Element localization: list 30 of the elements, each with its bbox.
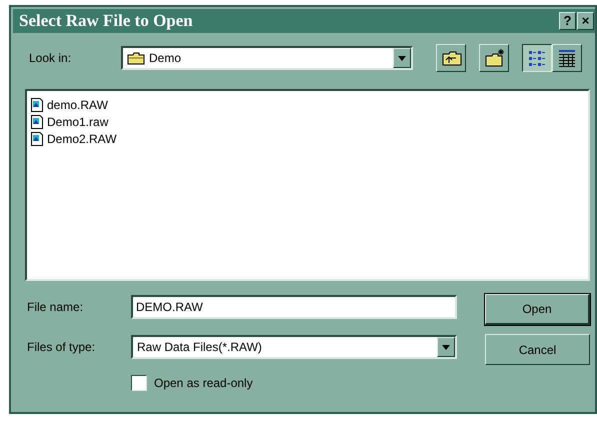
list-view-icon [526, 48, 548, 68]
file-name-label: File name: [27, 300, 84, 314]
file-name-field[interactable]: DEMO.RAW [131, 295, 457, 319]
open-button[interactable]: Open [485, 294, 590, 325]
dropdown-value: Raw Data Files(*.RAW) [137, 340, 262, 354]
file-item[interactable]: demo.RAW [30, 96, 110, 113]
file-icon [30, 96, 44, 112]
file-icon [30, 114, 44, 130]
look-in-dropdown[interactable]: Demo [121, 46, 413, 70]
cancel-button[interactable]: Cancel [485, 334, 590, 365]
dropdown-value: Demo [149, 51, 182, 65]
list-view-button[interactable] [522, 44, 552, 72]
window-title: Select Raw File to Open [19, 11, 194, 31]
look-in-label: Look in: [29, 51, 72, 65]
file-type-label: Files of type: [27, 340, 96, 354]
file-icon [30, 130, 44, 146]
new-folder-button[interactable] [479, 44, 509, 72]
file-item[interactable]: Demo1.raw [30, 113, 110, 130]
file-type-dropdown[interactable]: Raw Data Files(*.RAW) [131, 335, 457, 359]
close-button[interactable]: × [577, 12, 594, 30]
details-view-button[interactable] [552, 44, 582, 72]
file-item[interactable]: Demo2.RAW [30, 130, 119, 147]
details-view-icon [556, 48, 578, 68]
caret-icon [440, 342, 452, 352]
checkbox[interactable] [131, 375, 147, 391]
up-folder-button[interactable] [436, 44, 466, 72]
help-button[interactable]: ? [559, 12, 576, 30]
new-folder-icon [484, 48, 504, 68]
checkbox-label: Open as read-only [154, 376, 253, 390]
folder-icon [127, 50, 145, 66]
